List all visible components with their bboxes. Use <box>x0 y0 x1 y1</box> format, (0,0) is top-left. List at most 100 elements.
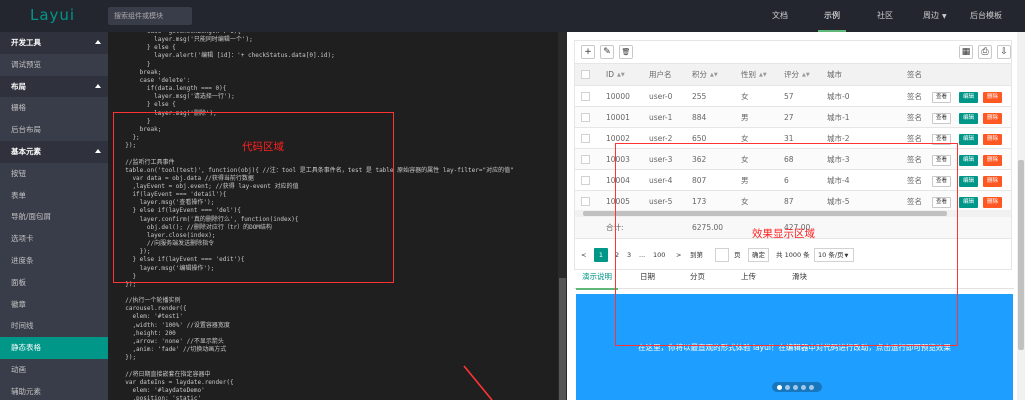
sidebar-item-admin-layout[interactable]: 后台布局 <box>0 119 108 141</box>
carousel-dot[interactable] <box>793 384 798 390</box>
edit-button[interactable]: 编辑 <box>959 155 978 166</box>
sidebar-item-form[interactable]: 表单 <box>0 185 108 207</box>
sidebar-item-grid[interactable]: 栅格 <box>0 97 108 119</box>
sidebar-item-auxiliary[interactable]: 辅助元素 <box>0 381 108 400</box>
select-all-checkbox[interactable] <box>581 70 590 79</box>
table-row[interactable]: 10000 user-0 255 女 57 城市-0 签名 查看 编辑 删除 <box>575 86 1011 107</box>
delete-button[interactable]: 删除 <box>983 155 1002 166</box>
preview-scrollbar-thumb[interactable] <box>1018 160 1024 350</box>
carousel-indicators <box>772 382 822 392</box>
sidebar-item-debug-preview[interactable]: 调试预览 <box>0 54 108 76</box>
edit-button[interactable]: 编辑 <box>959 113 978 124</box>
row-checkbox[interactable] <box>581 197 590 206</box>
col-header-label: ID <box>606 70 614 79</box>
nav-admin-template[interactable]: 后台模板 <box>970 0 1002 32</box>
nav-examples[interactable]: 示例 <box>818 0 846 32</box>
sidebar-item-button[interactable]: 按钮 <box>0 163 108 185</box>
view-button[interactable]: 查看 <box>932 113 951 124</box>
sidebar-item-timeline[interactable]: 时间线 <box>0 315 108 337</box>
sidebar-item-animation[interactable]: 动画 <box>0 359 108 381</box>
carousel-dot[interactable] <box>777 384 782 390</box>
cell-city: 城市-1 <box>827 113 850 122</box>
caret-up-icon <box>95 83 101 88</box>
col-header-sex[interactable]: 性别 ▲▼ <box>741 64 767 86</box>
add-icon[interactable]: + <box>581 45 595 59</box>
active-tab-indicator <box>576 288 618 290</box>
caret-up-icon <box>95 40 101 44</box>
cell-sign: 签名 <box>907 113 922 122</box>
cell-id: 10001 <box>606 113 630 122</box>
carousel-dot[interactable] <box>801 384 806 390</box>
app-root: Layui 搜索组件或模块 文档 示例 社区 周边 ▼ 后台模板 开发工具 调试预… <box>0 0 1025 400</box>
edit-icon[interactable]: ✎ <box>600 45 614 59</box>
columns-icon[interactable]: ▦ <box>959 45 973 59</box>
pager-page-current[interactable]: 1 <box>594 248 608 262</box>
sidebar-item-tabs[interactable]: 选项卡 <box>0 228 108 250</box>
col-header-username: 用户名 <box>649 70 672 79</box>
col-header-score[interactable]: 积分 ▲▼ <box>692 64 718 86</box>
row-checkbox[interactable] <box>581 113 590 122</box>
sidebar-item-label: 布局 <box>11 81 26 91</box>
sort-icon[interactable]: ▲▼ <box>617 64 625 86</box>
sidebar-item-static-table[interactable]: 静态表格 <box>0 337 108 359</box>
nav-around[interactable]: 周边 ▼ <box>923 0 947 32</box>
delete-button[interactable]: 删除 <box>983 176 1002 187</box>
sidebar-item-progress[interactable]: 进度条 <box>0 250 108 272</box>
cell-rating: 27 <box>784 113 794 122</box>
col-header-id[interactable]: ID ▲▼ <box>606 64 625 86</box>
search-input[interactable]: 搜索组件或模块 <box>108 7 192 25</box>
cell-score: 884 <box>692 113 707 122</box>
edit-button[interactable]: 编辑 <box>959 92 978 103</box>
delete-button[interactable]: 删除 <box>983 92 1002 103</box>
sidebar-item-badge[interactable]: 徽章 <box>0 294 108 316</box>
sidebar-group-dev-tools[interactable]: 开发工具 <box>0 32 108 54</box>
delete-button[interactable]: 删除 <box>983 197 1002 208</box>
edit-button[interactable]: 编辑 <box>959 197 978 208</box>
export-icon[interactable]: ⇩ <box>997 45 1011 59</box>
cell-username: user-1 <box>649 113 673 122</box>
carousel-dot[interactable] <box>809 384 814 390</box>
pager-prev[interactable]: < <box>581 248 586 262</box>
effect-area-annotation-label: 效果显示区域 <box>752 228 815 240</box>
annotation-arrow-line <box>463 365 493 400</box>
tab-label: 演示说明 <box>582 272 612 281</box>
col-header-rating[interactable]: 评分 ▲▼ <box>784 64 810 86</box>
cell-rating: 57 <box>784 92 794 101</box>
sidebar-item-panel[interactable]: 面板 <box>0 272 108 294</box>
row-checkbox[interactable] <box>581 134 590 143</box>
tab-demo-description[interactable]: 演示说明 <box>576 267 618 290</box>
nav-docs[interactable]: 文档 <box>772 0 788 32</box>
cell-sex: 男 <box>741 113 749 122</box>
col-header-city: 城市 <box>827 70 842 79</box>
col-header-label: 性别 <box>741 70 756 79</box>
table-row[interactable]: 10001 user-1 884 男 27 城市-1 签名 查看 编辑 删除 <box>575 107 1011 128</box>
delete-button[interactable]: 删除 <box>983 113 1002 124</box>
carousel-dot[interactable] <box>785 384 790 390</box>
edit-button[interactable]: 编辑 <box>959 176 978 187</box>
trash-icon[interactable]: 🗑 <box>619 45 633 59</box>
sidebar-group-layout[interactable]: 布局 <box>0 75 108 98</box>
sidebar-item-label: 开发工具 <box>11 38 41 47</box>
print-icon[interactable]: ⎙ <box>978 45 992 59</box>
view-button[interactable]: 查看 <box>932 92 951 103</box>
nav-around-label: 周边 <box>923 11 939 20</box>
code-scrollbar-thumb[interactable] <box>559 278 566 400</box>
code-area-annotation-box <box>113 112 394 283</box>
cell-sex: 女 <box>741 92 749 101</box>
row-checkbox[interactable] <box>581 92 590 101</box>
cell-sign: 签名 <box>907 92 922 101</box>
nav-community[interactable]: 社区 <box>877 0 893 32</box>
delete-button[interactable]: 删除 <box>983 134 1002 145</box>
col-header-sign: 签名 <box>907 70 922 79</box>
row-checkbox[interactable] <box>581 176 590 185</box>
row-checkbox[interactable] <box>581 155 590 164</box>
col-header-label: 评分 <box>784 70 799 79</box>
logo[interactable]: Layui <box>30 6 75 24</box>
table-toolbar: + ✎ 🗑 ▦ ⎙ ⇩ <box>575 41 1011 64</box>
sidebar-group-basic-elements[interactable]: 基本元素 <box>0 140 108 163</box>
sidebar-item-nav-breadcrumb[interactable]: 导航/面包屑 <box>0 206 108 228</box>
sort-icon[interactable]: ▲▼ <box>710 64 718 86</box>
edit-button[interactable]: 编辑 <box>959 134 978 145</box>
sort-icon[interactable]: ▲▼ <box>759 64 767 86</box>
sort-icon[interactable]: ▲▼ <box>802 64 810 86</box>
